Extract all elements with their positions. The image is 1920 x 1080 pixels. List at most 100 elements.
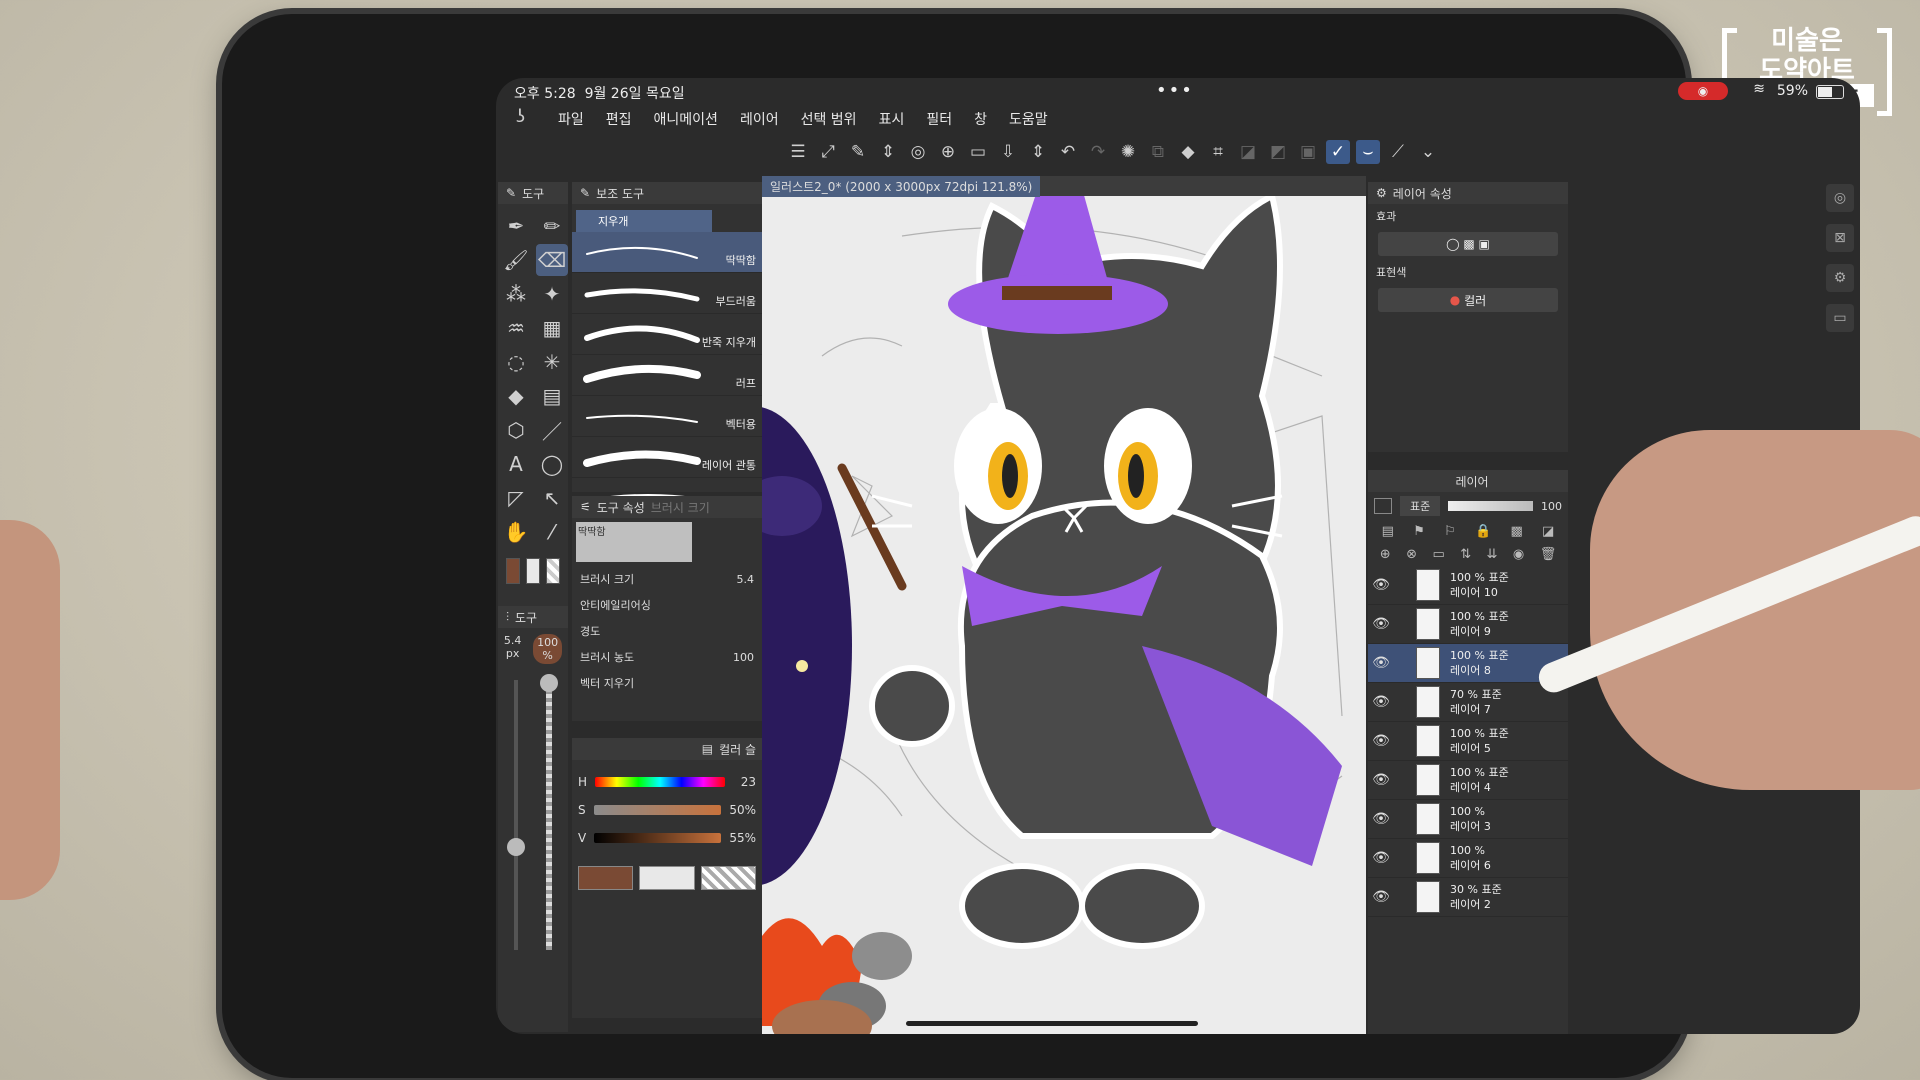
pen-icon[interactable]: ✒: [500, 210, 532, 242]
transfer-icon[interactable]: ⇅: [1460, 547, 1471, 562]
sparkle-icon[interactable]: ✦: [536, 278, 568, 310]
invert-icon[interactable]: ◩: [1266, 140, 1290, 164]
subtool-group-eraser[interactable]: 지우개: [576, 210, 712, 232]
layer-settings-icon[interactable]: ⚙: [1826, 264, 1854, 292]
stepper2-icon[interactable]: ⇕: [1026, 140, 1050, 164]
layer-row[interactable]: 👁 30 % 표준 레이어 2: [1368, 878, 1568, 917]
menu-icon[interactable]: ☰: [786, 140, 810, 164]
pen-line-icon[interactable]: ⟋: [1386, 140, 1410, 164]
hsv-slider-row[interactable]: H 23: [578, 768, 756, 796]
tool-tab[interactable]: 도구: [522, 185, 544, 202]
subtool-item[interactable]: 러프: [572, 355, 762, 396]
balloon-icon[interactable]: ◯: [536, 448, 568, 480]
eraser-icon[interactable]: ⌫: [536, 244, 568, 276]
figure-icon[interactable]: ⬡: [500, 414, 532, 446]
material-icon[interactable]: ▭: [1826, 304, 1854, 332]
decoration-icon[interactable]: ⁂: [500, 278, 532, 310]
sub-color-swatch[interactable]: [526, 558, 540, 584]
fill-icon[interactable]: ◆: [1176, 140, 1200, 164]
layer-property-tab[interactable]: 레이어 속성: [1393, 185, 1452, 202]
main-color-chip[interactable]: [578, 866, 634, 890]
eye-icon[interactable]: 👁: [1368, 655, 1394, 671]
layer-row[interactable]: 👁 100 % 레이어 3: [1368, 800, 1568, 839]
line-icon[interactable]: ／: [536, 414, 568, 446]
tool-property-row[interactable]: 안티에일리어싱: [572, 592, 762, 618]
subtool-tab[interactable]: 보조 도구: [596, 185, 644, 202]
property-value[interactable]: 5.4: [737, 573, 755, 586]
subtool-item[interactable]: 벡터용: [572, 396, 762, 437]
navigator-icon[interactable]: ◎: [1826, 184, 1854, 212]
eye-icon[interactable]: 👁: [1368, 772, 1394, 788]
tool-property-row[interactable]: 브러시 크기 5.4: [572, 566, 762, 592]
eye-icon[interactable]: 👁: [1368, 577, 1394, 593]
expression-color-select[interactable]: ● 컬러: [1378, 288, 1558, 312]
menu-item[interactable]: 레이어: [740, 109, 779, 129]
operation-icon[interactable]: ↖: [536, 482, 568, 514]
stepper-icon[interactable]: ⇕: [876, 140, 900, 164]
reference-icon[interactable]: ⚑: [1413, 524, 1425, 539]
eye-icon[interactable]: 👁: [1368, 616, 1394, 632]
open-file-icon[interactable]: ▭: [966, 140, 990, 164]
curve-icon[interactable]: ⌣: [1356, 140, 1380, 164]
draft-icon[interactable]: ⚐: [1444, 524, 1456, 539]
frame-icon[interactable]: ◸: [500, 482, 532, 514]
crop-icon[interactable]: ▣: [1296, 140, 1320, 164]
layer-row[interactable]: 👁 70 % 표준 레이어 7: [1368, 683, 1568, 722]
hsv-value[interactable]: 23: [741, 775, 756, 789]
property-value[interactable]: 100: [733, 651, 754, 664]
stabilize-icon[interactable]: ✓: [1326, 140, 1350, 164]
subtool-item[interactable]: 딱딱함: [572, 232, 762, 273]
menu-item[interactable]: 애니메이션: [654, 109, 718, 129]
layer-select-box[interactable]: [1374, 498, 1392, 514]
new-file-icon[interactable]: ⊕: [936, 140, 960, 164]
deselect-icon[interactable]: ◪: [1236, 140, 1260, 164]
clip-icon[interactable]: ▤: [1382, 524, 1394, 539]
subtool-item[interactable]: 레이어 관통: [572, 437, 762, 478]
effect-buttons[interactable]: ◯ ▩ ▣: [1378, 232, 1558, 256]
loading-icon[interactable]: ✺: [1116, 140, 1140, 164]
edit-icon[interactable]: ✎: [846, 140, 870, 164]
blend-mode-select[interactable]: 표준: [1400, 496, 1441, 516]
menu-item[interactable]: 창: [974, 109, 987, 129]
brush-tool-icon[interactable]: 🖌: [500, 244, 532, 276]
hsv-value[interactable]: 50%: [729, 803, 756, 817]
menu-item[interactable]: 도움말: [1009, 109, 1048, 129]
hand-icon[interactable]: ✋: [500, 516, 532, 548]
opacity-slider-knob[interactable]: [540, 674, 558, 692]
chevron-down-icon[interactable]: ⌄: [1416, 140, 1440, 164]
sub-color-chip[interactable]: [639, 866, 695, 890]
gradient-icon[interactable]: ▤: [536, 380, 568, 412]
subview-icon[interactable]: ⊠: [1826, 224, 1854, 252]
layer-opacity-slider[interactable]: [1448, 501, 1533, 511]
brush-size-tab[interactable]: 브러시 크기: [651, 499, 710, 516]
cloud-icon[interactable]: ◎: [906, 140, 930, 164]
blend-icon[interactable]: ♒: [500, 312, 532, 344]
text-icon[interactable]: A: [500, 448, 532, 480]
tool-property-tab[interactable]: 도구 속성: [597, 499, 645, 516]
document-tab[interactable]: 일러스트2_0* (2000 x 3000px 72dpi 121.8%): [762, 175, 1041, 197]
merge-icon[interactable]: ⇊: [1487, 547, 1498, 562]
delete-layer-icon[interactable]: 🗑: [1540, 547, 1557, 562]
record-indicator[interactable]: ◉: [1678, 82, 1728, 100]
eye-icon[interactable]: 👁: [1368, 850, 1394, 866]
subtool-item[interactable]: 부드러움: [572, 273, 762, 314]
layer-row[interactable]: 👁 100 % 표준 레이어 5: [1368, 722, 1568, 761]
menu-item[interactable]: 편집: [606, 109, 632, 129]
new-folder-icon[interactable]: ▭: [1432, 547, 1444, 562]
hsv-slider-row[interactable]: S 50%: [578, 796, 756, 824]
lock-alpha-icon[interactable]: ▩: [1510, 524, 1522, 539]
eye-icon[interactable]: 👁: [1368, 733, 1394, 749]
layer-row[interactable]: 👁 100 % 표준 레이어 4: [1368, 761, 1568, 800]
hsv-value[interactable]: 55%: [729, 831, 756, 845]
app-logo-icon[interactable]: ʖ: [516, 106, 525, 127]
new-raster-layer-icon[interactable]: ⊕: [1380, 547, 1391, 562]
menu-item[interactable]: 표시: [879, 109, 905, 129]
hsv-slider[interactable]: [595, 777, 726, 787]
lasso-icon[interactable]: ◌: [500, 346, 532, 378]
new-vector-layer-icon[interactable]: ⊗: [1406, 547, 1417, 562]
menu-item[interactable]: 선택 범위: [801, 109, 857, 129]
size-slider[interactable]: [514, 680, 518, 950]
tool-property-row[interactable]: 경도: [572, 618, 762, 644]
eyedropper-icon[interactable]: ⁄: [536, 516, 568, 548]
hsv-slider[interactable]: [593, 805, 722, 815]
